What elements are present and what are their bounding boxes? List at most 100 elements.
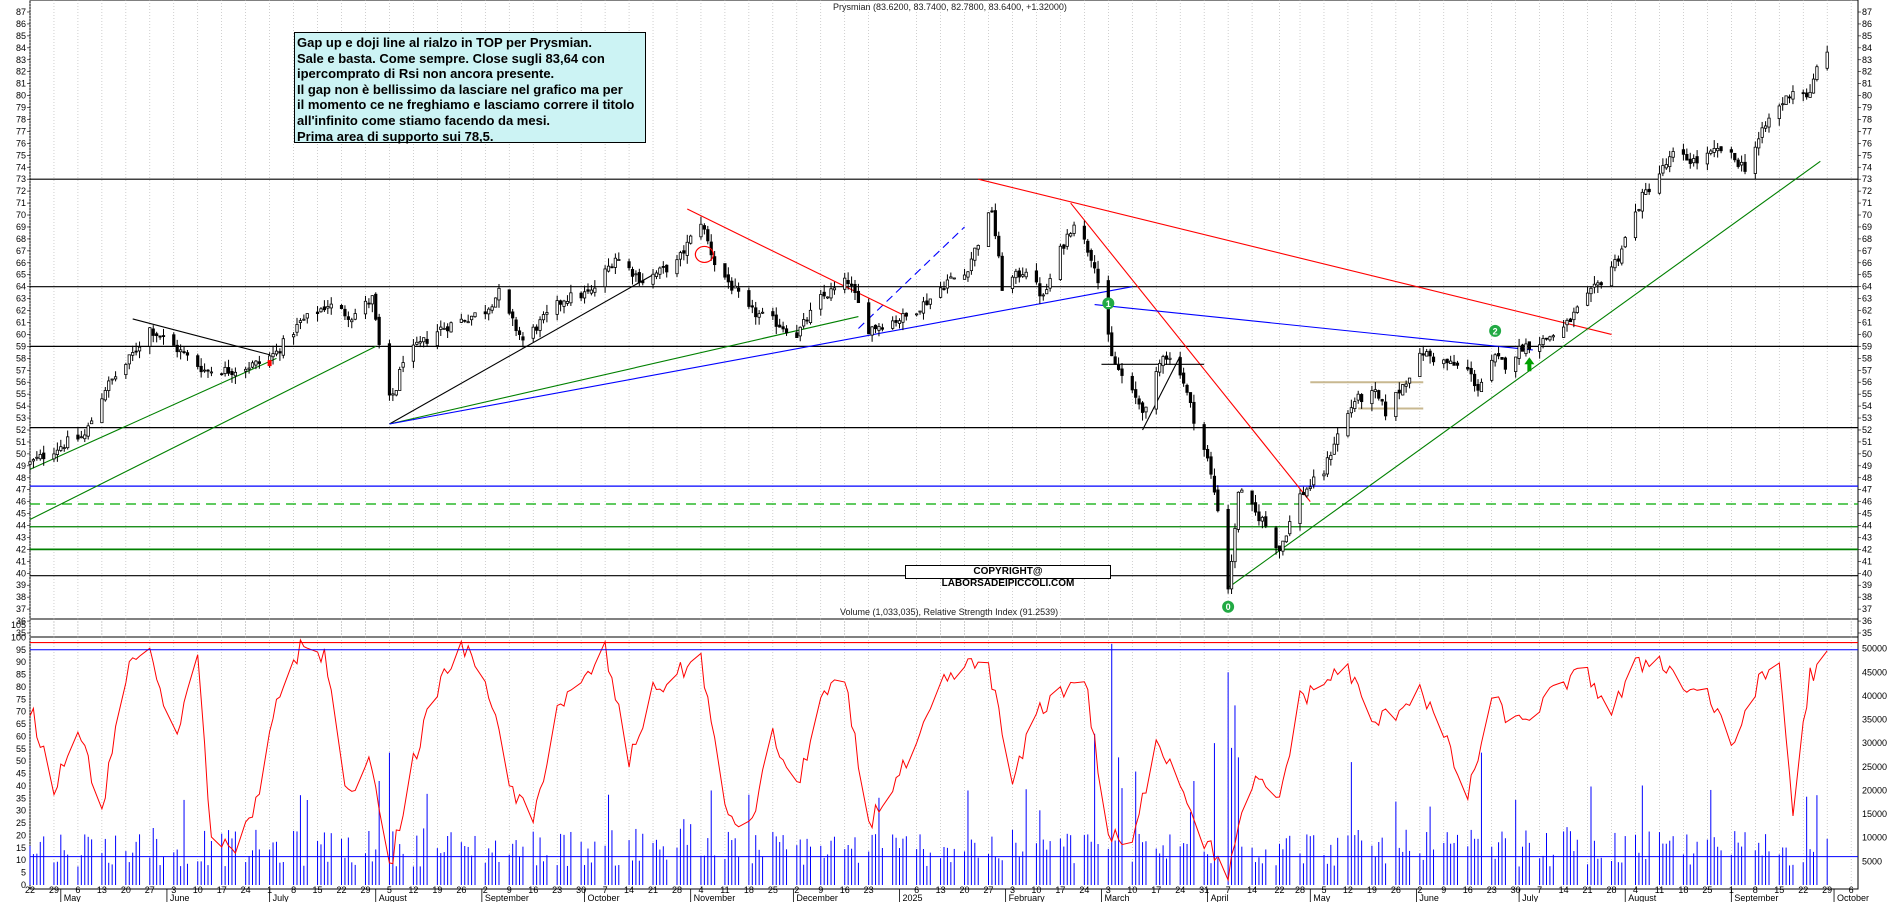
x-tick-label: 21: [1583, 885, 1593, 895]
x-tick-label: 23: [552, 885, 562, 895]
x-tick-label: 26: [1391, 885, 1401, 895]
candle-body: [760, 311, 765, 314]
candle-body: [1110, 332, 1114, 357]
x-tick-label: 15: [313, 885, 323, 895]
candle-body: [870, 326, 874, 336]
candle-body: [1551, 335, 1555, 338]
x-tick-label: 12: [408, 885, 418, 895]
price-tick-label-left: 65: [16, 270, 26, 280]
candle-body: [1401, 384, 1405, 396]
candle-body: [1616, 258, 1620, 262]
candle-body: [849, 283, 854, 286]
x-tick-label: 29: [1822, 885, 1832, 895]
candle-body: [1445, 358, 1449, 364]
price-tick-label-right: 76: [1862, 138, 1872, 148]
price-tick-label-left: 68: [16, 234, 26, 244]
candle-body: [1360, 394, 1364, 403]
candle-body: [1312, 476, 1316, 486]
candle-body: [1791, 91, 1795, 100]
volume-tick-label: 30000: [1862, 738, 1887, 748]
up-arrow-icon: [1524, 357, 1535, 372]
price-tick-label-left: 39: [16, 580, 26, 590]
candle-body: [295, 324, 299, 333]
price-tick-label-left: 48: [16, 473, 26, 483]
candle-body: [1527, 341, 1531, 350]
candle-body: [1729, 149, 1733, 153]
candle-body: [42, 452, 46, 460]
x-month-label: July: [273, 893, 290, 902]
price-tick-label-right: 45: [1862, 509, 1872, 519]
candle-body: [1229, 560, 1234, 590]
candle-body: [867, 302, 871, 335]
candle-body: [1130, 375, 1134, 391]
price-tick-label-right: 59: [1862, 341, 1872, 351]
x-tick-label: 28: [1295, 885, 1305, 895]
candle-body: [802, 319, 806, 327]
candle-body: [579, 292, 583, 299]
candle-body: [1373, 389, 1377, 392]
candle-body: [1476, 383, 1480, 391]
candle-body: [1421, 353, 1425, 356]
candle-body: [100, 398, 104, 424]
candle-body: [1541, 338, 1545, 346]
x-month-label: September: [485, 893, 529, 902]
candle-body: [1479, 381, 1484, 393]
x-tick-label: 27: [145, 885, 155, 895]
candle-body: [702, 225, 706, 230]
candle-body: [1548, 336, 1552, 341]
x-month-label: June: [170, 893, 190, 902]
candle-body: [1168, 357, 1172, 360]
price-tick-label-right: 49: [1862, 461, 1872, 471]
candle-body: [254, 360, 258, 366]
price-tick-label-right: 47: [1862, 485, 1872, 495]
candle-body: [86, 425, 90, 437]
candle-body: [1216, 489, 1220, 512]
price-tick-label-left: 78: [16, 114, 26, 124]
candle-body: [1661, 165, 1665, 174]
x-tick-label: 24: [1079, 885, 1089, 895]
candle-body: [1760, 127, 1764, 138]
candle-body: [1404, 383, 1408, 387]
candle-body: [747, 290, 751, 307]
candle-body: [319, 308, 323, 313]
candle-body: [1164, 355, 1169, 360]
x-tick-label: 27: [983, 885, 993, 895]
price-tick-label-right: 65: [1862, 270, 1872, 280]
x-tick-label: 16: [1463, 885, 1473, 895]
x-tick-label: 24: [241, 885, 251, 895]
candle-body: [856, 290, 861, 304]
candle-body: [1017, 270, 1021, 278]
candle-body: [993, 210, 997, 237]
x-tick-label: 26: [456, 885, 466, 895]
candle-body: [250, 362, 255, 368]
price-tick-label-right: 43: [1862, 532, 1872, 542]
x-tick-label: 21: [648, 885, 658, 895]
candle-body: [1161, 356, 1165, 367]
candle-body: [1575, 306, 1579, 313]
rsi-tick-label: 15: [16, 843, 26, 853]
candle-body: [1705, 152, 1709, 165]
price-tick-label-left: 44: [16, 521, 26, 531]
trend-lines: [29, 160, 1821, 589]
candle-body: [1469, 367, 1473, 375]
x-month-label: August: [379, 893, 408, 902]
candle-body: [1062, 244, 1066, 249]
candle-body: [415, 341, 419, 345]
candle-body: [1736, 159, 1740, 167]
rsi-tick-label: 75: [16, 694, 26, 704]
candle-body: [1000, 255, 1004, 291]
candle-body: [1664, 164, 1668, 169]
candle-body: [185, 352, 190, 356]
price-tick-label-left: 66: [16, 258, 26, 268]
candle-body: [1740, 161, 1744, 166]
candle-body: [1719, 146, 1723, 152]
candle-body: [1349, 407, 1353, 414]
candle-body: [1014, 270, 1018, 279]
price-tick-label-left: 62: [16, 306, 26, 316]
rsi-tick-label: 85: [16, 670, 26, 680]
price-tick-label-left: 80: [16, 91, 26, 101]
price-tick-label-left: 56: [16, 377, 26, 387]
price-tick-label-left: 59: [16, 341, 26, 351]
candle-body: [1520, 344, 1525, 352]
price-tick-label-right: 71: [1862, 198, 1872, 208]
